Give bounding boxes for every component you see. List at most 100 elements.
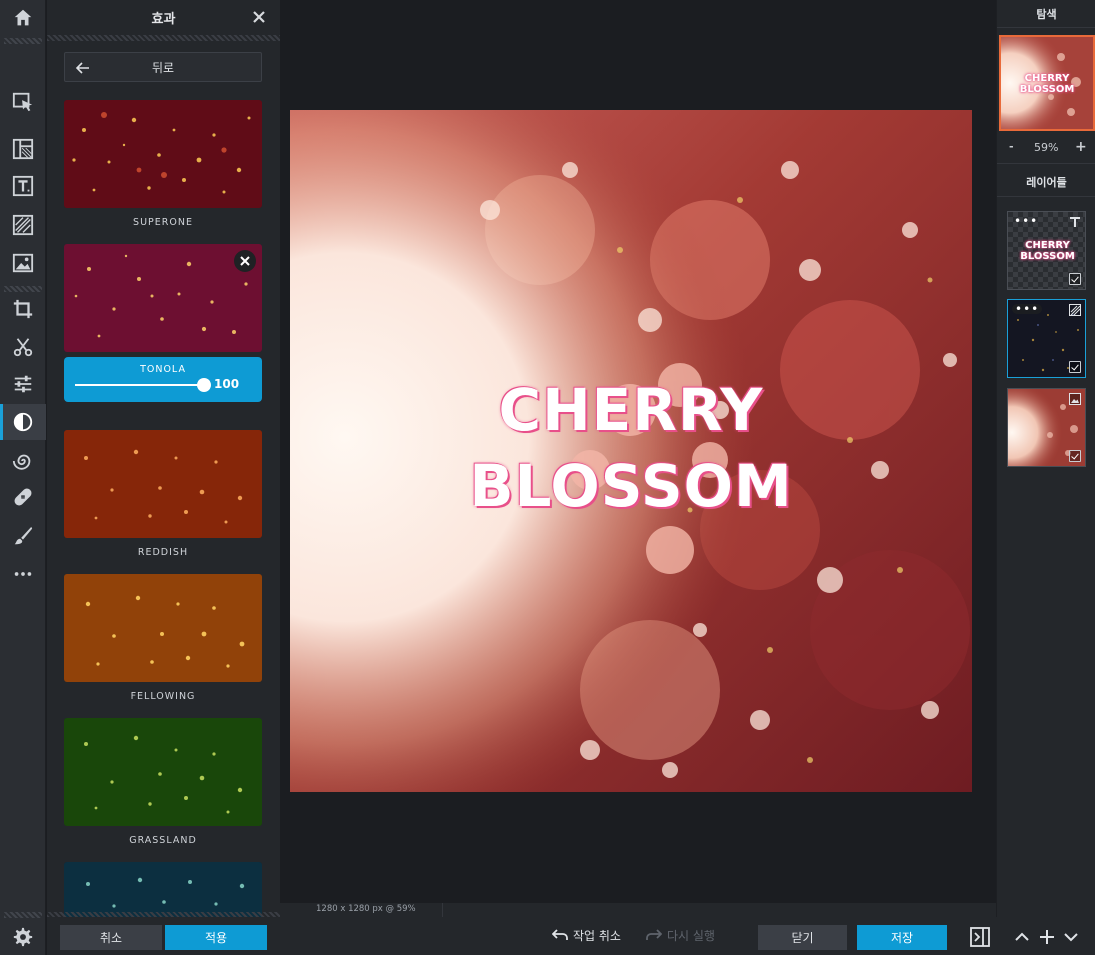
zoom-level: 59% [1034, 141, 1059, 154]
layer-menu-icon[interactable]: ••• [1014, 215, 1038, 227]
canvas-image[interactable]: CHERRY BLOSSOM [290, 110, 972, 792]
effects-tool[interactable] [0, 404, 46, 440]
layer-text[interactable]: CHERRY BLOSSOM ••• [1007, 211, 1086, 290]
cancel-button[interactable]: 취소 [60, 925, 162, 950]
effects-list: SUPERONE TONOLA 100 REDDISH FELLOWING GR… [64, 100, 262, 917]
navigator-title: 탐색 [1036, 8, 1057, 21]
crop-tool[interactable] [0, 291, 46, 327]
redo-button[interactable]: 다시 실행 [646, 927, 715, 944]
back-button[interactable]: 뒤로 [64, 52, 262, 82]
heal-tool[interactable] [0, 479, 46, 515]
zoom-controls: - 59% + [997, 139, 1095, 156]
left-toolbar [0, 0, 46, 955]
home-button[interactable] [0, 0, 46, 36]
effect-thumbnail[interactable] [64, 244, 262, 352]
layer-visibility-checkbox[interactable] [1069, 361, 1081, 373]
back-label: 뒤로 [151, 60, 175, 75]
settings-button[interactable] [0, 919, 46, 955]
text-tool[interactable] [0, 168, 46, 204]
effect-next[interactable] [64, 862, 262, 917]
image-icon [12, 253, 34, 273]
photo-editor-app: 효과 뒤로 SUPERONE TONOLA 100 REDDISH FELLOW… [0, 0, 1095, 955]
adjust-tool[interactable] [0, 366, 46, 402]
arrow-left-icon [75, 62, 89, 74]
canvas-area[interactable]: CHERRY BLOSSOM 1280 x 1280 px @ 59% [280, 0, 996, 917]
text-layer-icon [1070, 217, 1080, 227]
cut-tool[interactable] [0, 329, 46, 365]
bandage-icon [14, 488, 32, 506]
effect-label: REDDISH [137, 546, 189, 558]
effect-intensity-card: TONOLA 100 [64, 357, 262, 402]
save-button[interactable]: 저장 [857, 925, 947, 950]
more-tools-button[interactable] [0, 556, 46, 592]
panel-divider [997, 27, 1095, 28]
bottom-bar: 작업 취소 다시 실행 닫기 저장 [280, 917, 1095, 955]
status-divider [442, 903, 443, 917]
close-button[interactable]: 닫기 [758, 925, 847, 950]
zoom-in-button[interactable]: + [1075, 139, 1087, 155]
apply-button[interactable]: 적용 [165, 925, 267, 950]
plus-icon[interactable] [1037, 927, 1057, 947]
effect-fellowing[interactable]: FELLOWING [64, 574, 262, 710]
canvas-dimensions: 1280 x 1280 px @ 59% [316, 904, 416, 914]
intensity-slider-handle[interactable] [197, 378, 211, 392]
layer-visibility-checkbox[interactable] [1069, 450, 1081, 462]
layers-title: 레이어들 [1026, 176, 1067, 189]
effect-thumbnail[interactable] [64, 100, 262, 208]
layer-visibility-checkbox[interactable] [1069, 273, 1081, 285]
layer-effect[interactable]: ••• [1007, 299, 1086, 378]
effect-grassland[interactable]: GRASSLAND [64, 718, 262, 854]
image-layer-icon [1069, 393, 1081, 405]
undo-icon [552, 928, 568, 940]
close-icon [240, 256, 250, 266]
chevron-up-icon[interactable] [1012, 927, 1032, 947]
effect-tonola[interactable]: TONOLA 100 [64, 244, 262, 404]
text-icon [12, 175, 34, 197]
navigator-thumbnail[interactable]: CHERRY BLOSSOM [999, 35, 1095, 131]
toolbar-divider [4, 912, 42, 918]
toolbar-divider [4, 38, 42, 44]
select-tool[interactable] [0, 84, 46, 120]
crop-icon [13, 299, 33, 319]
texture-tool[interactable] [0, 207, 46, 243]
effect-thumbnail[interactable] [64, 718, 262, 826]
texture-layer-icon [1069, 304, 1081, 316]
effect-thumbnail[interactable] [64, 862, 262, 917]
home-icon [14, 9, 32, 26]
panel-toggle-icon[interactable] [970, 927, 990, 947]
brush-tool[interactable] [0, 518, 46, 554]
remove-effect-button[interactable] [234, 250, 256, 272]
brush-icon [14, 526, 33, 545]
cut-icon [13, 338, 33, 357]
intensity-value: 100 [214, 377, 240, 391]
chevron-down-icon[interactable] [1061, 927, 1081, 947]
effect-superone[interactable]: SUPERONE [64, 100, 262, 236]
close-icon[interactable] [250, 8, 268, 26]
swirl-tool[interactable] [0, 443, 46, 479]
effect-thumbnail[interactable] [64, 430, 262, 538]
effect-reddish[interactable]: REDDISH [64, 430, 262, 566]
effects-panel: 효과 뒤로 SUPERONE TONOLA 100 REDDISH FELLOW… [47, 0, 280, 955]
undo-button[interactable]: 작업 취소 [552, 927, 621, 944]
layout-icon [12, 138, 34, 160]
intensity-slider-track[interactable] [75, 384, 205, 386]
zoom-out-button[interactable]: - [1009, 140, 1014, 153]
panel-title: 효과 [151, 11, 176, 27]
panel-divider [997, 163, 1095, 164]
texture-icon [12, 214, 34, 236]
layer-menu-icon[interactable]: ••• [1012, 303, 1043, 315]
canvas-title-text[interactable]: CHERRY BLOSSOM [290, 372, 972, 524]
image-tool[interactable] [0, 245, 46, 281]
title-line-2: BLOSSOM [469, 452, 793, 520]
nav-text-line-2: BLOSSOM [1019, 84, 1075, 95]
layout-tool[interactable] [0, 131, 46, 167]
navigator-text: CHERRY BLOSSOM [1001, 73, 1093, 95]
title-line-1: CHERRY [498, 376, 764, 444]
layer-text-line-2: BLOSSOM [1020, 251, 1075, 262]
layer-image[interactable] [1007, 388, 1086, 467]
effect-label: FELLOWING [130, 690, 196, 702]
effect-label: SUPERONE [133, 216, 193, 228]
effect-label: GRASSLAND [129, 834, 197, 846]
redo-icon [646, 928, 662, 940]
effect-thumbnail[interactable] [64, 574, 262, 682]
